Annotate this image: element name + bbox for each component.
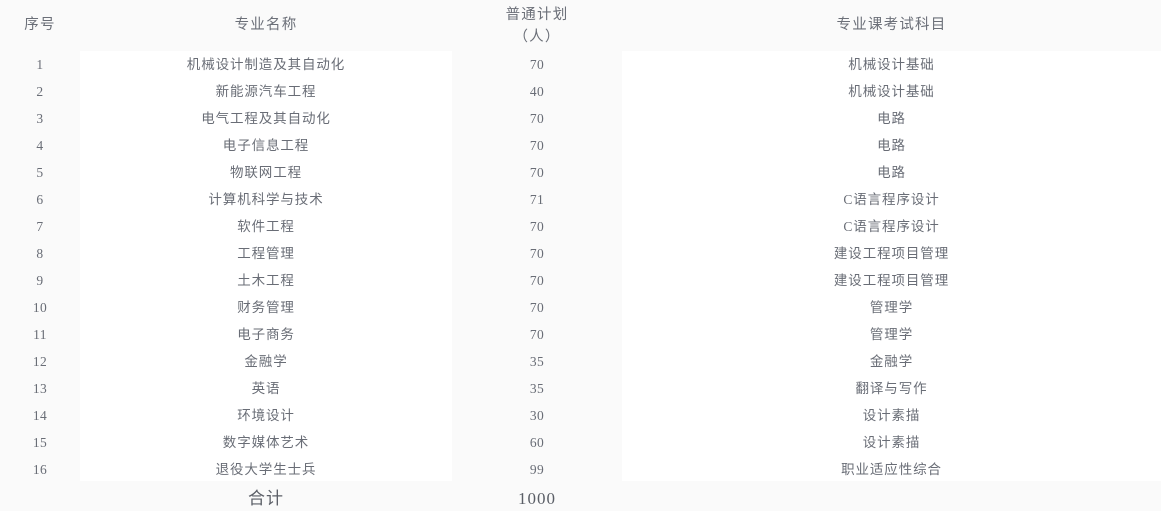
cell-major: 环境设计	[237, 408, 295, 423]
header-cell-quota: 普通计划 （人）	[452, 0, 622, 51]
cell-major: 英语	[251, 381, 281, 396]
total-row: 合计 1000	[0, 484, 1161, 514]
cell-subject: 建设工程项目管理	[833, 273, 950, 288]
header-row: 序号 专业名称 普通计划 （人） 专业课考试科目	[0, 0, 1161, 51]
cell-major: 退役大学生士兵	[215, 462, 317, 477]
cell-quota: 70	[529, 327, 545, 342]
cell-quota: 60	[529, 435, 545, 450]
cell-seq: 10	[32, 300, 48, 315]
table-header: 序号 专业名称 普通计划 （人） 专业课考试科目	[0, 0, 1161, 51]
cell-seq: 8	[36, 246, 44, 261]
cell-major: 土木工程	[237, 273, 295, 288]
header-cell-seq: 序号	[24, 17, 56, 33]
cell-subject: 金融学	[869, 354, 914, 369]
cell-subject: 电路	[877, 138, 906, 153]
table-row: 13 英语 35 翻译与写作	[0, 375, 1161, 402]
cell-seq: 9	[36, 273, 44, 288]
cell-subject: 管理学	[869, 300, 914, 315]
cell-quota: 70	[529, 246, 545, 261]
cell-subject: 设计素描	[862, 408, 921, 423]
cell-subject: C语言程序设计	[843, 219, 940, 234]
cell-seq: 14	[32, 408, 48, 423]
cell-subject: 电路	[877, 165, 906, 180]
cell-quota: 35	[529, 381, 545, 396]
cell-quota: 70	[529, 219, 545, 234]
table-row: 1 机械设计制造及其自动化 70 机械设计基础	[0, 51, 1161, 78]
total-row-empty-left	[0, 484, 80, 514]
table-row: 3 电气工程及其自动化 70 电路	[0, 105, 1161, 132]
cell-subject: 机械设计基础	[848, 57, 935, 72]
cell-seq: 12	[32, 354, 48, 369]
table-body: 1 机械设计制造及其自动化 70 机械设计基础 2 新能源汽车工程 40 机械设…	[0, 51, 1161, 514]
table-row: 15 数字媒体艺术 60 设计素描	[0, 429, 1161, 456]
page-canvas: 序号 专业名称 普通计划 （人） 专业课考试科目 1 机械设计制造及其自动化 7…	[0, 0, 1161, 511]
table-row: 4 电子信息工程 70 电路	[0, 132, 1161, 159]
total-value: 1000	[518, 489, 556, 508]
cell-subject: 翻译与写作	[855, 381, 928, 396]
cell-subject: C语言程序设计	[843, 192, 940, 207]
cell-quota: 30	[529, 408, 545, 423]
cell-subject: 管理学	[869, 327, 914, 342]
cell-major: 计算机科学与技术	[208, 192, 324, 207]
cell-quota: 70	[529, 111, 545, 126]
cell-major: 金融学	[244, 354, 288, 369]
cell-major: 软件工程	[237, 219, 295, 234]
cell-major: 财务管理	[237, 300, 295, 315]
table-row: 2 新能源汽车工程 40 机械设计基础	[0, 78, 1161, 105]
cell-quota: 70	[529, 273, 545, 288]
header-cell-major: 专业名称	[234, 17, 298, 33]
table-row: 7 软件工程 70 C语言程序设计	[0, 213, 1161, 240]
cell-quota: 70	[529, 300, 545, 315]
cell-subject: 职业适应性综合	[841, 462, 942, 477]
table-row: 8 工程管理 70 建设工程项目管理	[0, 240, 1161, 267]
cell-quota: 35	[529, 354, 545, 369]
cell-major: 数字媒体艺术	[222, 435, 310, 450]
cell-seq: 4	[36, 138, 44, 153]
table-row: 12 金融学 35 金融学	[0, 348, 1161, 375]
table-row: 6 计算机科学与技术 71 C语言程序设计	[0, 186, 1161, 213]
cell-seq: 2	[36, 84, 44, 99]
cell-seq: 13	[32, 381, 48, 396]
header-quota-line2: （人）	[513, 28, 561, 45]
cell-subject: 机械设计基础	[848, 84, 935, 99]
cell-seq: 1	[36, 57, 44, 72]
total-row-empty-right	[622, 484, 1161, 514]
cell-quota: 70	[529, 165, 545, 180]
cell-quota: 70	[529, 138, 545, 153]
cell-major: 电子商务	[237, 327, 295, 342]
cell-subject: 建设工程项目管理	[833, 246, 950, 261]
header-quota-line1: 普通计划	[505, 6, 569, 23]
total-label: 合计	[248, 489, 284, 509]
header-cell-subject: 专业课考试科目	[836, 17, 947, 33]
cell-seq: 15	[32, 435, 48, 450]
table-row: 5 物联网工程 70 电路	[0, 159, 1161, 186]
cell-quota: 70	[529, 57, 545, 72]
cell-quota: 99	[529, 462, 545, 477]
table-row: 16 退役大学生士兵 99 职业适应性综合	[0, 456, 1161, 483]
cell-major: 工程管理	[237, 246, 295, 261]
cell-seq: 11	[33, 327, 47, 342]
cell-quota: 71	[529, 192, 545, 207]
cell-major: 电子信息工程	[222, 138, 310, 153]
table-row: 9 土木工程 70 建设工程项目管理	[0, 267, 1161, 294]
cell-seq: 7	[36, 219, 44, 234]
cell-major: 物联网工程	[230, 165, 302, 180]
table-row: 14 环境设计 30 设计素描	[0, 402, 1161, 429]
cell-seq: 6	[36, 192, 44, 207]
cell-major: 电气工程及其自动化	[201, 111, 331, 126]
cell-quota: 40	[529, 84, 545, 99]
table-row: 10 财务管理 70 管理学	[0, 294, 1161, 321]
cell-major: 新能源汽车工程	[215, 84, 317, 99]
cell-subject: 设计素描	[862, 435, 921, 450]
cell-seq: 5	[36, 165, 44, 180]
table-row: 11 电子商务 70 管理学	[0, 321, 1161, 348]
cell-major: 机械设计制造及其自动化	[186, 57, 346, 72]
cell-subject: 电路	[877, 111, 906, 126]
cell-seq: 16	[32, 462, 48, 477]
cell-seq: 3	[36, 111, 44, 126]
enrollment-plan-table: 序号 专业名称 普通计划 （人） 专业课考试科目 1 机械设计制造及其自动化 7…	[0, 0, 1161, 514]
